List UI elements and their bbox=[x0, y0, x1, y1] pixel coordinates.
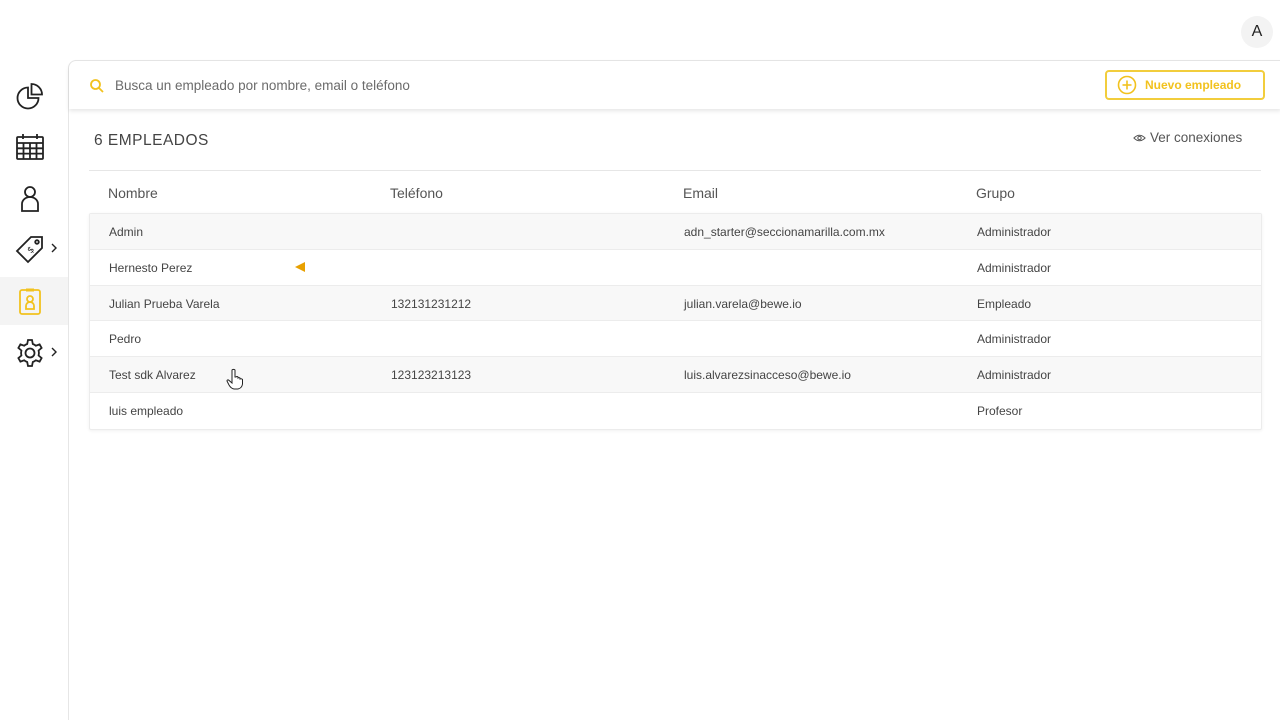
cell-group: Administrador bbox=[977, 225, 1052, 239]
search-icon bbox=[90, 79, 104, 93]
cell-name: Julian Prueba Varela bbox=[109, 296, 220, 311]
cell-name: Test sdk Alvarez bbox=[109, 368, 196, 383]
column-header-phone[interactable]: Teléfono bbox=[390, 185, 443, 201]
table-row[interactable]: Pedro Administrador bbox=[90, 321, 1261, 358]
cell-group: Administrador bbox=[977, 368, 1052, 383]
eye-icon bbox=[1133, 134, 1146, 141]
employees-table: Nombre Teléfono Email Grupo Admin adn_st… bbox=[89, 185, 1262, 430]
table-row[interactable]: Admin adn_starter@seccionamarilla.com.mx… bbox=[90, 214, 1261, 250]
table-row[interactable]: Test sdk Alvarez 123123213123 luis.alvar… bbox=[90, 357, 1261, 393]
table-row[interactable]: Julian Prueba Varela 132131231212 julian… bbox=[90, 285, 1261, 322]
cell-group: Administrador bbox=[977, 332, 1052, 347]
table-body: Admin adn_starter@seccionamarilla.com.mx… bbox=[89, 213, 1262, 430]
cell-email: adn_starter@seccionamarilla.com.mx bbox=[684, 225, 885, 239]
cell-phone: 123123213123 bbox=[391, 368, 472, 383]
column-header-name[interactable]: Nombre bbox=[108, 185, 158, 201]
view-connections-label: Ver conexiones bbox=[1150, 130, 1243, 145]
search-input[interactable] bbox=[115, 73, 815, 97]
price-tag-icon: $ bbox=[15, 236, 43, 264]
cell-group: Profesor bbox=[977, 403, 1023, 418]
table-row[interactable]: Hernesto Perez Administrador bbox=[90, 250, 1261, 286]
cell-name: Admin bbox=[109, 225, 144, 239]
triangle-marker-icon bbox=[295, 261, 305, 272]
sidebar-item-employees[interactable] bbox=[0, 277, 68, 325]
add-circle-icon bbox=[1117, 75, 1137, 95]
new-employee-button[interactable]: Nuevo empleado bbox=[1105, 70, 1265, 100]
employee-count: 6 EMPLEADOS bbox=[94, 132, 209, 149]
cell-email: julian.varela@bewe.io bbox=[684, 296, 802, 311]
cell-name: luis empleado bbox=[109, 403, 184, 418]
cell-group: Administrador bbox=[977, 260, 1052, 275]
column-header-group[interactable]: Grupo bbox=[976, 185, 1015, 201]
cell-email: luis.alvarezsinacceso@bewe.io bbox=[684, 368, 851, 383]
cell-group: Empleado bbox=[977, 296, 1032, 311]
sidebar-item-clients[interactable] bbox=[0, 174, 68, 222]
new-employee-label: Nuevo empleado bbox=[1145, 78, 1242, 92]
divider bbox=[89, 170, 1261, 171]
table-row[interactable]: luis empleado Profesor bbox=[90, 393, 1261, 429]
chevron-right-icon bbox=[51, 243, 57, 253]
sidebar-item-pricing[interactable]: $ bbox=[0, 225, 68, 273]
sidebar-item-settings[interactable] bbox=[0, 329, 68, 377]
person-icon bbox=[21, 186, 39, 212]
search-bar: Nuevo empleado bbox=[69, 61, 1280, 109]
chevron-right-icon bbox=[51, 347, 57, 357]
sidebar: $ bbox=[0, 72, 68, 392]
table-header: Nombre Teléfono Email Grupo bbox=[89, 185, 1262, 213]
view-connections-link[interactable]: Ver conexiones bbox=[1133, 130, 1242, 145]
column-header-email[interactable]: Email bbox=[683, 185, 718, 201]
sidebar-item-reports[interactable] bbox=[0, 72, 68, 120]
pie-chart-icon bbox=[16, 83, 43, 110]
cell-name: Hernesto Perez bbox=[109, 260, 193, 275]
hand-pointer-cursor-icon bbox=[226, 368, 243, 390]
calendar-icon bbox=[16, 134, 44, 160]
gear-icon bbox=[17, 339, 43, 367]
sidebar-item-calendar[interactable] bbox=[0, 123, 68, 171]
employee-badge-icon bbox=[19, 288, 41, 315]
employees-panel: Nuevo empleado 6 EMPLEADOS Ver conexione… bbox=[68, 60, 1280, 720]
user-avatar[interactable]: A bbox=[1241, 16, 1273, 48]
cell-name: Pedro bbox=[109, 332, 142, 347]
cell-phone: 132131231212 bbox=[391, 296, 472, 311]
